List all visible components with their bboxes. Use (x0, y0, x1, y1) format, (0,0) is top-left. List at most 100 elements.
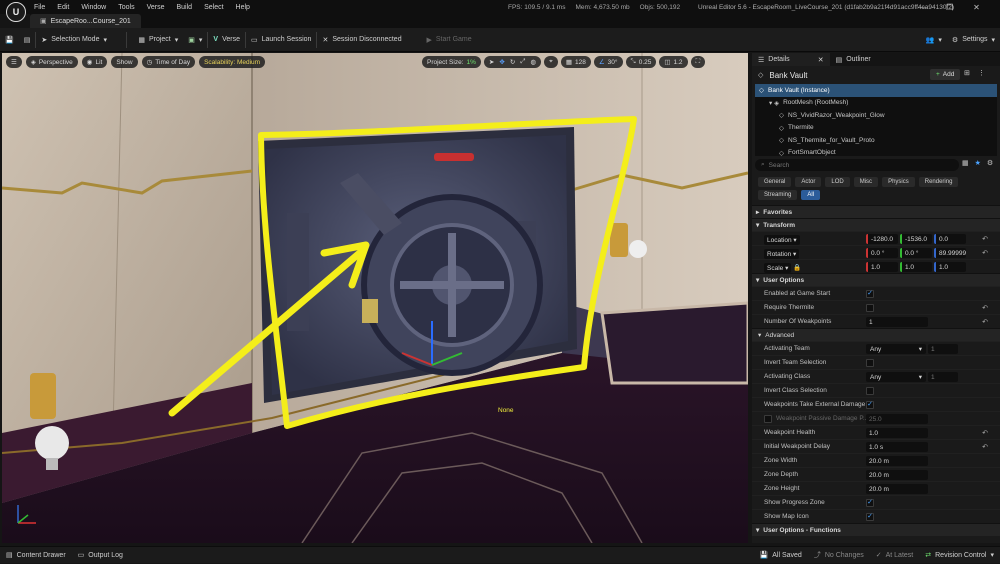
more-icon[interactable]: ⋮ (978, 69, 985, 77)
point-light-icon[interactable] (629, 240, 647, 258)
section-advanced[interactable]: ▾ Advanced (752, 328, 1000, 341)
filter-rendering[interactable]: Rendering (918, 177, 959, 187)
star-icon[interactable]: ★ (975, 159, 981, 167)
menu-file[interactable]: File (34, 4, 45, 11)
scale-x[interactable]: 1.0 (866, 262, 898, 272)
level-viewport[interactable]: ☰ ◈ Perspective ◉ Lit Show ◷ Time of Day Sc… (2, 53, 748, 543)
location-x[interactable]: -1280.0 (866, 234, 898, 244)
location-z[interactable]: 0.0 (934, 234, 966, 244)
zone-height-input[interactable]: 20.0 m (866, 484, 928, 494)
search-input[interactable]: ⌕ Search (755, 159, 959, 171)
zone-depth-input[interactable]: 20.0 m (866, 470, 928, 480)
reset-icon[interactable]: ↶ (982, 443, 988, 451)
verse-button[interactable]: V Verse (208, 28, 245, 52)
zone-width-input[interactable]: 20.0 m (866, 456, 928, 466)
filter-all[interactable]: All (801, 190, 821, 200)
close-icon[interactable]: ✕ (973, 3, 980, 12)
number-of-weakpoints-input[interactable]: 1 (866, 317, 928, 327)
start-game-button[interactable]: ▶ Start Game (421, 28, 476, 52)
team-dropdown[interactable]: 👥 ▾ (921, 28, 947, 52)
rotation-dropdown[interactable]: Rotation ▾ (764, 249, 800, 259)
output-log-button[interactable]: ▭ Output Log (72, 547, 129, 564)
world-space-icon[interactable]: ◍ (530, 58, 536, 66)
perspective-button[interactable]: ◈ Perspective (25, 56, 78, 68)
at-latest-indicator[interactable]: ✓ At Latest (870, 547, 920, 564)
tab-details[interactable]: ☰ Details ✕ (752, 53, 830, 66)
reset-icon[interactable]: ↶ (982, 249, 988, 257)
show-map-icon-checkbox[interactable]: ✓ (866, 513, 874, 521)
activating-team-dropdown[interactable]: Any ▾ (866, 344, 926, 354)
add-component-button[interactable]: + Add (930, 69, 961, 80)
launch-session-button[interactable]: ▭ Launch Session (246, 28, 316, 52)
rotation-snap-button[interactable]: ∠ 30° (593, 56, 623, 68)
component-tree-item[interactable]: ▾ ◈ RootMesh (RootMesh) (755, 97, 997, 110)
reset-icon[interactable]: ↶ (982, 235, 988, 243)
enabled-at-game-start-checkbox[interactable]: ✓ (866, 290, 874, 298)
all-saved-indicator[interactable]: 💾 All Saved (754, 547, 808, 564)
content-drawer-button[interactable]: ▤ Content Drawer (0, 547, 72, 564)
component-tree-item[interactable]: ◇ NS_Thermite_for_Vault_Proto (755, 134, 997, 147)
scalability-button[interactable]: Scalability: Medium (199, 56, 266, 68)
blueprint-icon[interactable]: ⊞ (964, 69, 970, 77)
settings-dropdown[interactable]: ⚙ Settings ▾ (947, 28, 1000, 52)
scale-dropdown[interactable]: Scale ▾ 🔒 (764, 263, 801, 273)
menu-tools[interactable]: Tools (118, 4, 134, 11)
component-tree-item[interactable]: ◇ Thermite (755, 122, 997, 135)
minimize-icon[interactable]: — (918, 3, 926, 12)
grid-snap-button[interactable]: ▦ 128 (560, 56, 591, 68)
selection-mode-dropdown[interactable]: ➤ Selection Mode ▾ (36, 28, 126, 52)
point-light-icon[interactable] (35, 426, 69, 460)
camera-speed-button[interactable]: ◫ 1.2 (659, 56, 688, 68)
reset-icon[interactable]: ↶ (982, 318, 988, 326)
maximize-viewport-button[interactable]: ⛶ (690, 56, 706, 68)
weakpoint-passive-damage-input[interactable]: 25.0 (866, 414, 928, 424)
revision-control-dropdown[interactable]: ⇄ Revision Control ▾ (919, 547, 1000, 564)
section-favorites[interactable]: ▸ Favorites (752, 205, 1000, 218)
scale-z[interactable]: 1.0 (934, 262, 966, 272)
component-tree-item[interactable]: ◇ NS_VividRazor_Weakpoint_Glow (755, 109, 997, 122)
weakpoints-take-external-damage-checkbox[interactable]: ✓ (866, 401, 874, 409)
lit-button[interactable]: ◉ Lit (81, 56, 108, 68)
scale-y[interactable]: 1.0 (900, 262, 932, 272)
lock-icon[interactable]: 🔒 (793, 265, 801, 272)
scale-tool-icon[interactable]: ⤢ (520, 58, 525, 66)
location-y[interactable]: -1536.0 (900, 234, 932, 244)
close-icon[interactable]: ✕ (818, 56, 824, 64)
menu-help[interactable]: Help (236, 4, 250, 11)
menu-build[interactable]: Build (177, 4, 193, 11)
save-button[interactable]: 💾 (0, 28, 19, 52)
filter-misc[interactable]: Misc (853, 177, 879, 187)
weakpoint-health-input[interactable]: 1.0 (866, 428, 928, 438)
filter-general[interactable]: General (758, 177, 792, 187)
filter-lod[interactable]: LOD (825, 177, 850, 187)
menu-verse[interactable]: Verse (147, 4, 165, 11)
viewport-menu-button[interactable]: ☰ (6, 56, 22, 68)
menu-window[interactable]: Window (81, 4, 106, 11)
rotation-x[interactable]: 0.0 ° (866, 248, 898, 258)
invert-team-selection-checkbox[interactable] (866, 359, 874, 367)
tab-outliner[interactable]: ▤ Outliner (830, 53, 877, 66)
component-tree-item[interactable]: ◇ Bank Vault (Instance) (755, 84, 997, 97)
surface-snap-button[interactable]: ⌖ (544, 56, 558, 68)
menu-select[interactable]: Select (204, 4, 223, 11)
filter-actor[interactable]: Actor (795, 177, 822, 187)
location-dropdown[interactable]: Location ▾ (764, 235, 800, 245)
project-tab[interactable]: ▣ EscapeRoo...Course_201 (30, 14, 141, 28)
time-of-day-button[interactable]: ◷ Time of Day (141, 56, 196, 68)
section-user-options[interactable]: ▾ User Options (752, 273, 1000, 286)
section-transform[interactable]: ▾ Transform (752, 218, 1000, 231)
project-dropdown[interactable]: ▦ Project ▾ (133, 28, 183, 52)
show-button[interactable]: Show (111, 56, 138, 68)
unreal-logo-icon[interactable]: U (6, 2, 26, 22)
rotation-z[interactable]: 89.99999 (934, 248, 966, 258)
grid-view-icon[interactable]: ▦ (962, 159, 969, 167)
filter-streaming[interactable]: Streaming (758, 190, 798, 200)
settings-icon[interactable]: ⚙ (987, 159, 993, 167)
show-progress-zone-checkbox[interactable]: ✓ (866, 499, 874, 507)
scale-snap-button[interactable]: ⤡ 0.25 (625, 56, 657, 68)
reset-icon[interactable]: ↶ (982, 304, 988, 312)
activating-class-index[interactable]: 1 (928, 372, 958, 382)
project-size-badge[interactable]: Project Size: 1% (422, 56, 481, 68)
maximize-icon[interactable]: ❐ (946, 3, 953, 12)
invert-class-selection-checkbox[interactable] (866, 387, 874, 395)
